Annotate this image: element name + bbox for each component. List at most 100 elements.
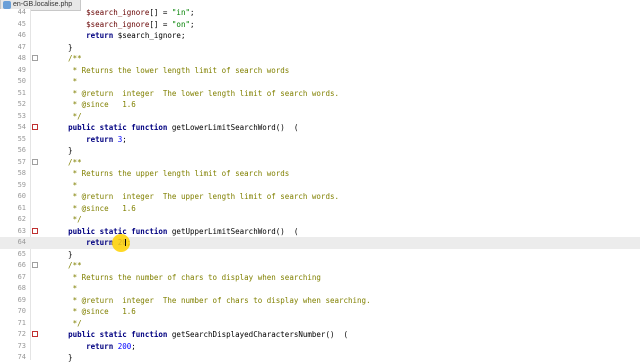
code-line[interactable]: 55 return 3;: [0, 134, 640, 146]
code-text: return 3;: [86, 134, 127, 144]
line-number: 53: [17, 111, 26, 120]
line-number: 54: [17, 123, 26, 131]
line-number: 66: [17, 261, 26, 269]
code-text: * Returns the number of chars to display…: [50, 272, 321, 282]
code-line[interactable]: 56 }: [0, 145, 640, 157]
line-number: 70: [17, 307, 26, 315]
code-line[interactable]: 46 return $search_ignore;: [0, 30, 640, 42]
line-number: 51: [17, 88, 26, 97]
code-text: * @since 1.6: [50, 203, 136, 213]
code-text: public static function getSearchDisplaye…: [68, 330, 349, 339]
code-text: *: [50, 77, 78, 86]
fold-toggle-icon[interactable]: [32, 55, 38, 61]
code-line[interactable]: 47 }: [0, 42, 640, 54]
code-line[interactable]: 74 }: [0, 352, 640, 364]
line-number: 56: [17, 146, 26, 154]
line-number: 44: [17, 8, 26, 16]
code-line[interactable]: 70 * @since 1.6: [0, 306, 640, 318]
line-number: 68: [17, 284, 26, 292]
code-text: */: [50, 318, 82, 328]
code-line[interactable]: 48 /**: [0, 53, 640, 65]
code-text: /**: [50, 54, 82, 63]
code-line[interactable]: 65 }: [0, 249, 640, 261]
line-number: 65: [17, 249, 26, 258]
code-text: return $search_ignore;: [86, 31, 186, 40]
fold-toggle-icon[interactable]: [32, 158, 38, 165]
line-number: 60: [17, 192, 26, 200]
line-number: 58: [17, 169, 26, 177]
line-number: 57: [17, 157, 26, 166]
code-text: *: [50, 180, 78, 190]
code-line[interactable]: 58 * Returns the upper length limit of s…: [0, 168, 640, 180]
code-line[interactable]: 44 $search_ignore[] = "in";: [0, 7, 640, 19]
code-line[interactable]: 52 * @since 1.6: [0, 99, 640, 111]
line-number: 61: [17, 203, 26, 212]
code-line[interactable]: 71 */: [0, 318, 640, 330]
text-cursor-icon: I: [124, 238, 127, 249]
code-line[interactable]: 73 return 200;: [0, 341, 640, 353]
code-text: $search_ignore[] = "in";: [86, 8, 195, 17]
code-text: return 200;: [86, 341, 136, 351]
line-number: 74: [17, 353, 26, 361]
code-line[interactable]: 72 public static function getSearchDispl…: [0, 329, 640, 341]
line-number: 69: [17, 295, 26, 304]
line-number: 62: [17, 215, 26, 223]
line-number: 48: [17, 54, 26, 62]
code-text: }: [50, 42, 73, 52]
code-line[interactable]: 67 * Returns the number of chars to disp…: [0, 272, 640, 284]
code-text: */: [50, 215, 82, 224]
code-text: public static function getLowerLimitSear…: [68, 123, 299, 132]
code-text: }: [50, 146, 73, 155]
code-text: * Returns the upper length limit of sear…: [50, 169, 290, 178]
line-number: 55: [17, 134, 26, 143]
line-number: 64: [17, 238, 26, 246]
fold-toggle-icon[interactable]: [32, 262, 38, 268]
code-line[interactable]: 51 * @return integer The lower length li…: [0, 88, 640, 100]
code-line[interactable]: 59 *: [0, 180, 640, 192]
code-text: }: [50, 353, 73, 362]
mouse-highlight-icon: [112, 234, 130, 252]
code-text: public static function getUpperLimitSear…: [68, 226, 299, 236]
fold-toggle-icon[interactable]: [32, 227, 38, 234]
line-number: 45: [17, 19, 26, 28]
line-number: 73: [17, 341, 26, 350]
code-line[interactable]: 45 $search_ignore[] = "on";: [0, 19, 640, 31]
code-line[interactable]: 61 * @since 1.6: [0, 203, 640, 215]
code-text: /**: [50, 261, 82, 270]
line-number: 49: [17, 65, 26, 74]
code-text: * @return integer The lower length limit…: [50, 88, 339, 98]
line-number: 67: [17, 272, 26, 281]
code-line[interactable]: 57 /**: [0, 157, 640, 169]
code-text: $search_ignore[] = "on";: [86, 19, 195, 29]
code-line[interactable]: 68 *: [0, 283, 640, 295]
line-number: 47: [17, 42, 26, 51]
fold-toggle-icon[interactable]: [32, 124, 38, 130]
code-line[interactable]: 54 public static function getLowerLimitS…: [0, 122, 640, 134]
code-text: * @since 1.6: [50, 307, 136, 316]
code-editor[interactable]: 44 $search_ignore[] = "in"; 45 $search_ig…: [0, 7, 640, 362]
code-line[interactable]: 60 * @return integer The upper length li…: [0, 191, 640, 203]
line-number: 59: [17, 180, 26, 189]
code-text: * Returns the lower length limit of sear…: [50, 65, 290, 75]
code-text: */: [50, 111, 82, 121]
line-number: 72: [17, 330, 26, 338]
code-line[interactable]: 62 */: [0, 214, 640, 226]
code-line[interactable]: 50 *: [0, 76, 640, 88]
line-number: 52: [17, 100, 26, 108]
code-line[interactable]: 49 * Returns the lower length limit of s…: [0, 65, 640, 77]
code-text: }: [50, 249, 73, 259]
code-line[interactable]: 64 return 20;: [0, 237, 640, 249]
code-line[interactable]: 53 */: [0, 111, 640, 123]
code-text: /**: [50, 157, 82, 167]
code-line[interactable]: 69 * @return integer The number of chars…: [0, 295, 640, 307]
fold-toggle-icon[interactable]: [32, 331, 38, 337]
code-text: *: [50, 284, 78, 293]
code-line[interactable]: 63 public static function getUpperLimitS…: [0, 226, 640, 238]
code-text: * @return integer The upper length limit…: [50, 192, 339, 201]
line-number: 71: [17, 318, 26, 327]
line-number: 50: [17, 77, 26, 85]
line-number: 63: [17, 226, 26, 235]
code-line[interactable]: 66 /**: [0, 260, 640, 272]
code-text: * @since 1.6: [50, 100, 136, 109]
line-number: 46: [17, 31, 26, 39]
